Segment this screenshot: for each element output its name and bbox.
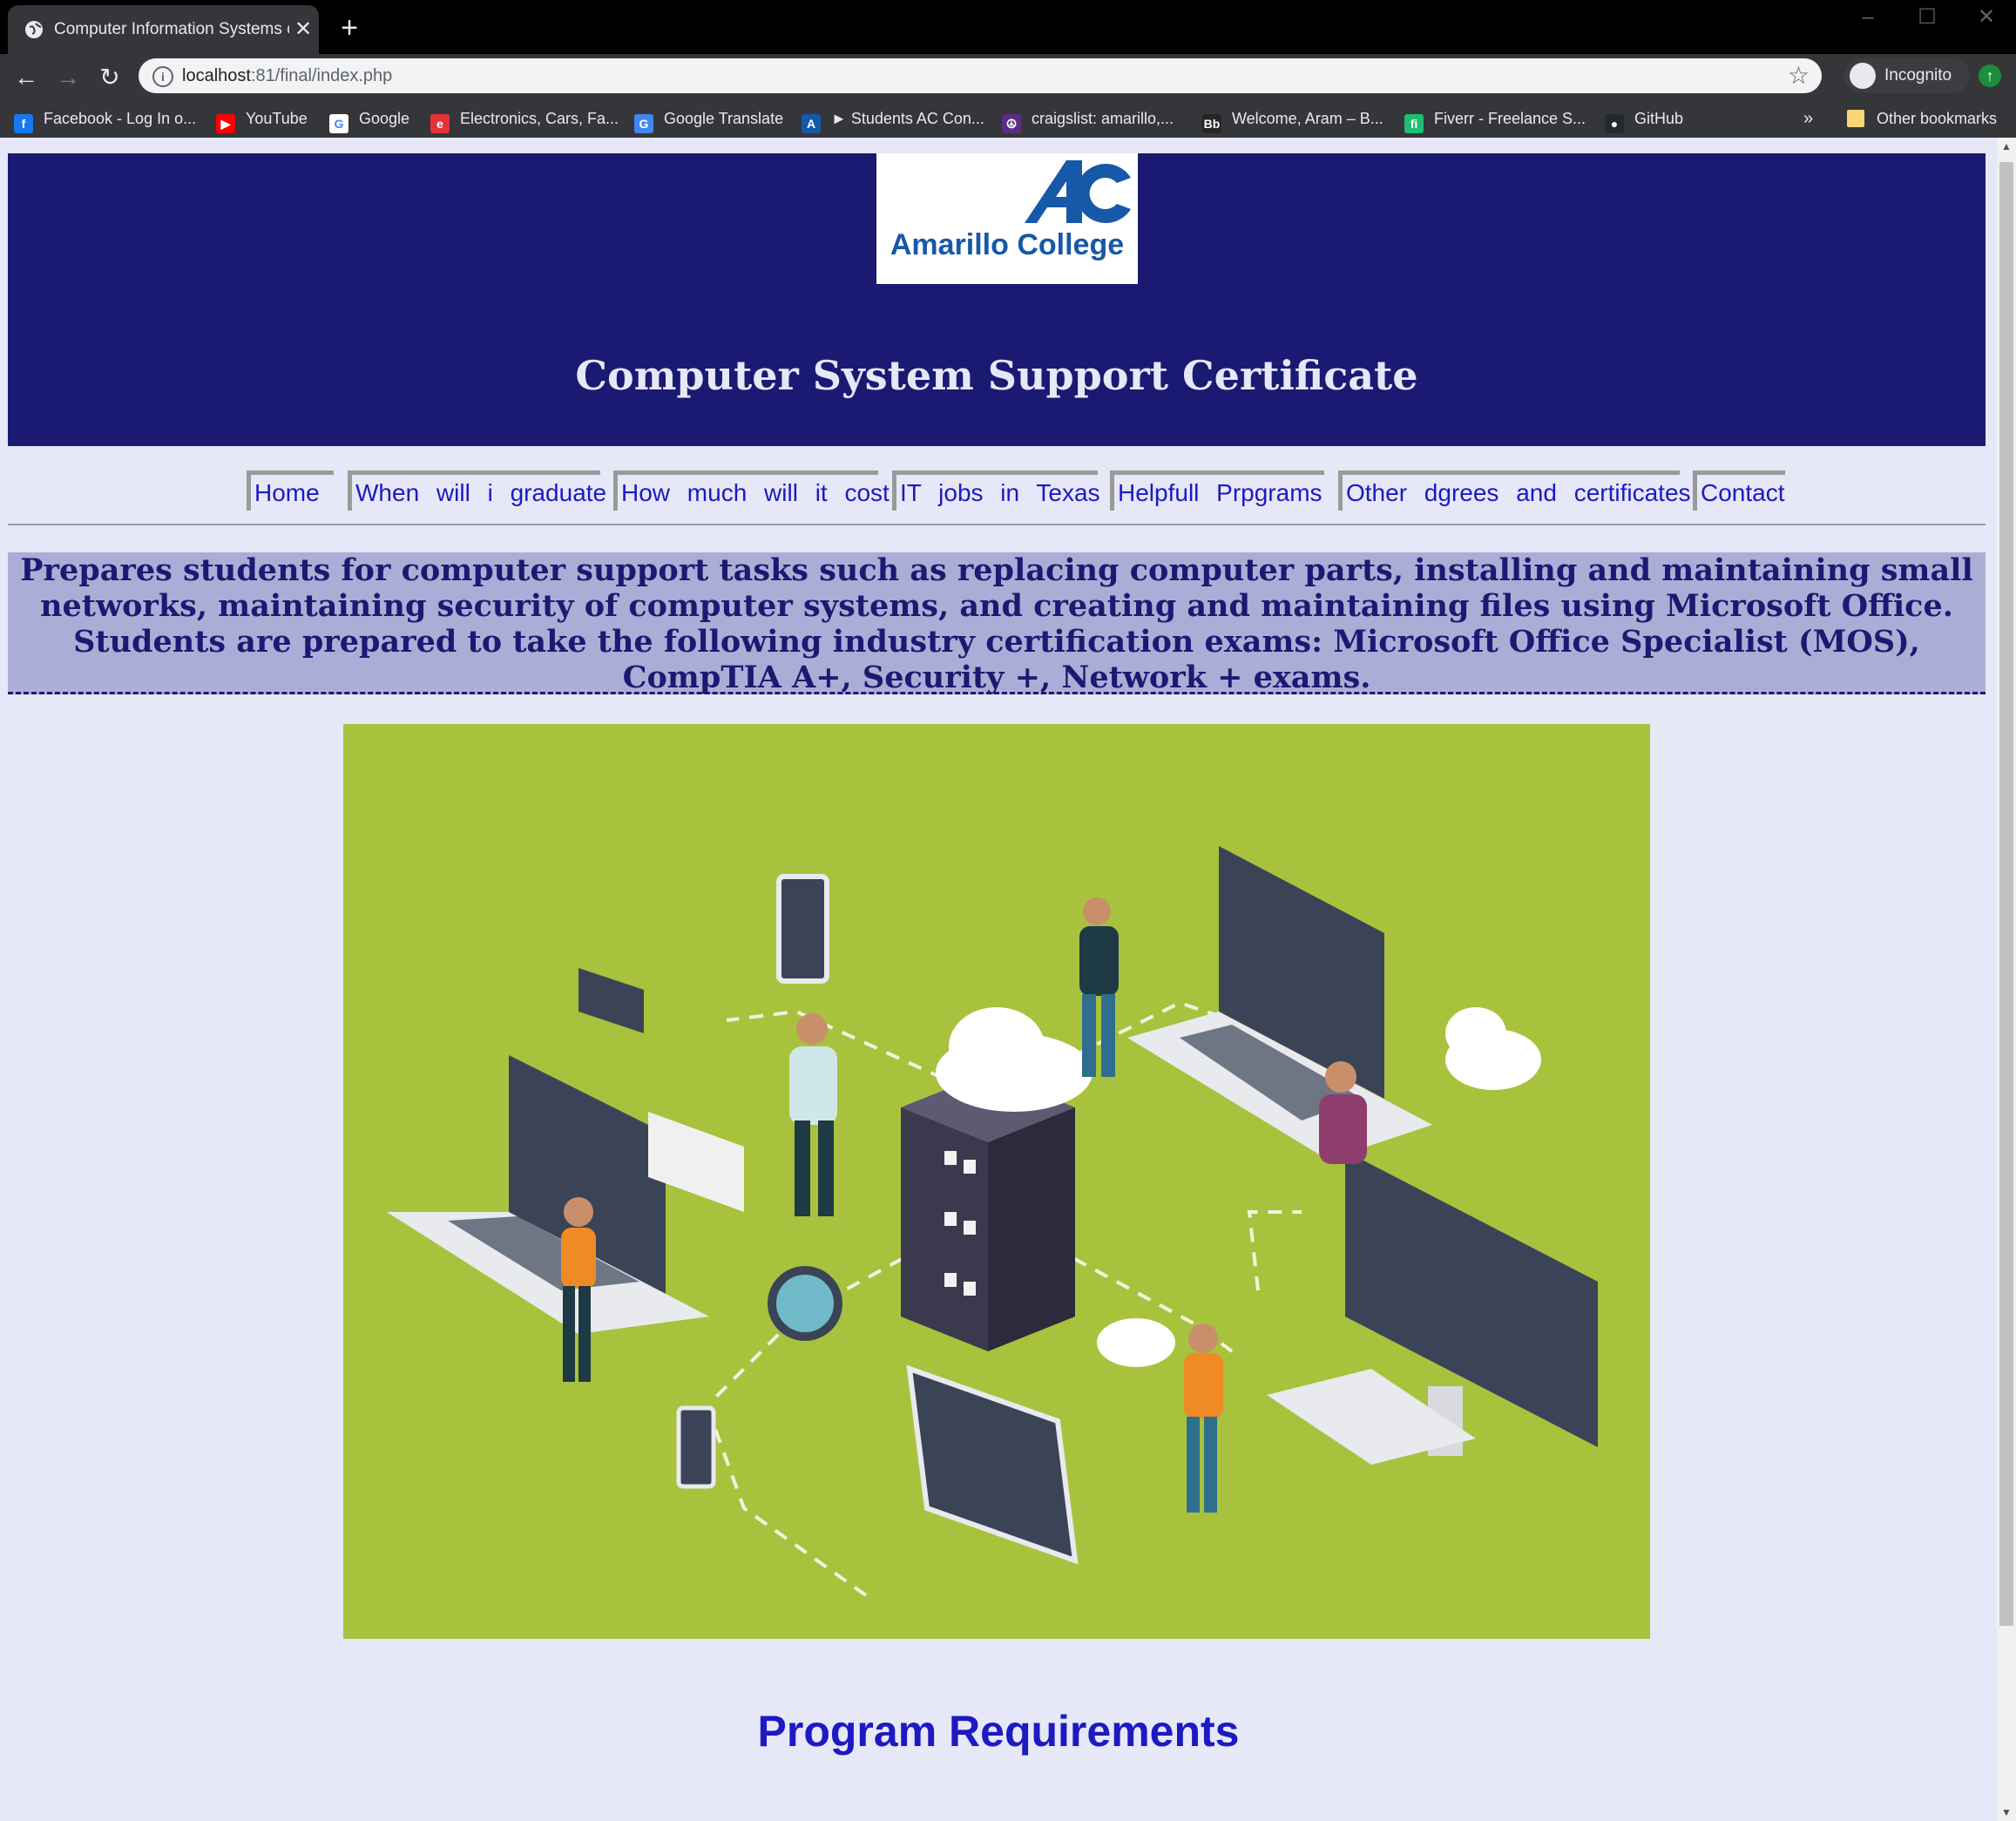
blackboard-icon: Bb — [1202, 114, 1221, 133]
nav-it-jobs-in-texas[interactable]: IT jobs in Texas — [892, 470, 1100, 511]
scroll-up-icon[interactable]: ▲ — [1997, 138, 2016, 155]
bookmark-label: Google Translate — [664, 110, 784, 127]
bookmark-label: Welcome, Aram – B... — [1232, 110, 1383, 127]
bookmark-item[interactable]: fi Fiverr - Freelance S... — [1404, 99, 1586, 138]
browser-tab[interactable]: Computer Information Systems c ✕ — [8, 5, 319, 54]
info-icon[interactable]: i — [152, 66, 173, 87]
program-requirements-heading: Program Requirements — [757, 1707, 1240, 1756]
hero-image — [343, 724, 1650, 1639]
logo-text: Amarillo College — [890, 228, 1125, 261]
update-icon[interactable]: ↑ — [1979, 64, 2001, 87]
google-icon: G — [329, 114, 348, 133]
bookmark-label: ► Students AC Con... — [831, 110, 984, 127]
close-window-icon[interactable]: ✕ — [1969, 3, 2004, 31]
tab-strip: Computer Information Systems c ✕ + – ☐ ✕ — [0, 0, 2016, 54]
bookmarks-bar: » Other bookmarks f Facebook - Log In o..… — [0, 99, 2016, 138]
bookmark-label: GitHub — [1634, 110, 1684, 127]
ebay-icon: e — [430, 114, 450, 133]
scroll-down-icon[interactable]: ▼ — [1997, 1804, 2016, 1821]
intro-text: Prepares students for computer support t… — [20, 552, 1973, 695]
close-tab-icon[interactable]: ✕ — [290, 17, 316, 43]
network-illustration — [387, 846, 1598, 1597]
bookmark-label: Google — [359, 110, 410, 127]
intro-box: Prepares students for computer support t… — [8, 552, 1986, 695]
ac-logo-mark — [1025, 160, 1131, 223]
fiverr-icon: fi — [1404, 114, 1424, 133]
youtube-icon: ▶ — [216, 114, 235, 133]
bookmark-item[interactable]: G Google Translate — [634, 99, 783, 138]
bookmark-label: Facebook - Log In o... — [44, 110, 197, 127]
ac-icon: A — [802, 114, 821, 133]
bookmark-item[interactable]: A ► Students AC Con... — [802, 99, 984, 138]
minimize-icon[interactable]: – — [1850, 3, 1885, 31]
url-path: :81/final/index.php — [250, 66, 393, 85]
site-header: Amarillo College Computer System Support… — [8, 153, 1986, 446]
folder-icon — [1847, 110, 1864, 127]
bookmark-label: Fiverr - Freelance S... — [1434, 110, 1586, 127]
nav-home[interactable]: Home — [247, 470, 334, 511]
browser-toolbar: ← → ↻ i localhost:81/final/index.php ☆ I… — [0, 54, 2016, 99]
bookmark-item[interactable]: e Electronics, Cars, Fa... — [430, 99, 619, 138]
scroll-thumb[interactable] — [1999, 162, 2013, 1626]
main-nav: Home When will i graduate How much will … — [0, 470, 1997, 514]
new-tab-icon[interactable]: + — [335, 13, 364, 44]
bookmark-item[interactable]: ● GitHub — [1605, 99, 1683, 138]
address-bar[interactable]: i localhost:81/final/index.php ☆ — [139, 58, 1822, 93]
tab-title: Computer Information Systems c — [54, 20, 289, 38]
more-bookmarks-icon[interactable]: » — [1803, 99, 1813, 138]
other-bookmarks[interactable]: Other bookmarks — [1847, 99, 1997, 138]
bookmark-star-icon[interactable]: ☆ — [1788, 62, 1810, 90]
back-icon[interactable]: ← — [10, 63, 42, 92]
forward-icon[interactable]: → — [52, 63, 84, 92]
bookmark-item[interactable]: ▶ YouTube — [216, 99, 308, 138]
bookmark-item[interactable]: ☮ craigslist: amarillo,... — [1002, 99, 1174, 138]
nav-contact[interactable]: Contact — [1693, 470, 1785, 511]
facebook-icon: f — [14, 114, 33, 133]
globe-icon — [25, 21, 43, 38]
bookmark-item[interactable]: G Google — [329, 99, 409, 138]
page-scrollbar[interactable]: ▲ ▼ — [1997, 138, 2016, 1821]
bookmark-item[interactable]: Bb Welcome, Aram – B... — [1202, 99, 1383, 138]
nav-divider — [8, 524, 1986, 525]
amarillo-college-logo: Amarillo College — [876, 153, 1138, 284]
maximize-icon[interactable]: ☐ — [1910, 3, 1945, 31]
reload-icon[interactable]: ↻ — [94, 63, 125, 92]
nav-other-degrees[interactable]: Other dgrees and certificates — [1338, 470, 1691, 511]
incognito-icon — [1850, 63, 1876, 89]
translate-icon: G — [634, 114, 653, 133]
page-title: Computer System Support Certificate — [575, 352, 1418, 399]
nav-helpful-programs[interactable]: Helpfull Prpgrams — [1110, 470, 1324, 511]
craigslist-icon: ☮ — [1002, 114, 1021, 133]
incognito-label: Incognito — [1884, 66, 1952, 85]
github-icon: ● — [1605, 114, 1624, 133]
bookmark-label: craigslist: amarillo,... — [1032, 110, 1174, 127]
url-text[interactable]: localhost:81/final/index.php — [182, 58, 392, 93]
nav-when-will-i-graduate[interactable]: When will i graduate — [348, 470, 606, 511]
bookmark-label: YouTube — [246, 110, 308, 127]
page-viewport: Amarillo College Computer System Support… — [0, 138, 2016, 1821]
bookmark-item[interactable]: f Facebook - Log In o... — [14, 99, 196, 138]
url-host: localhost — [182, 66, 251, 85]
other-bookmarks-label: Other bookmarks — [1877, 110, 1998, 127]
incognito-badge[interactable]: Incognito — [1844, 58, 1970, 93]
nav-how-much-will-it-cost[interactable]: How much will it cost — [613, 470, 890, 511]
bookmark-label: Electronics, Cars, Fa... — [460, 110, 619, 127]
